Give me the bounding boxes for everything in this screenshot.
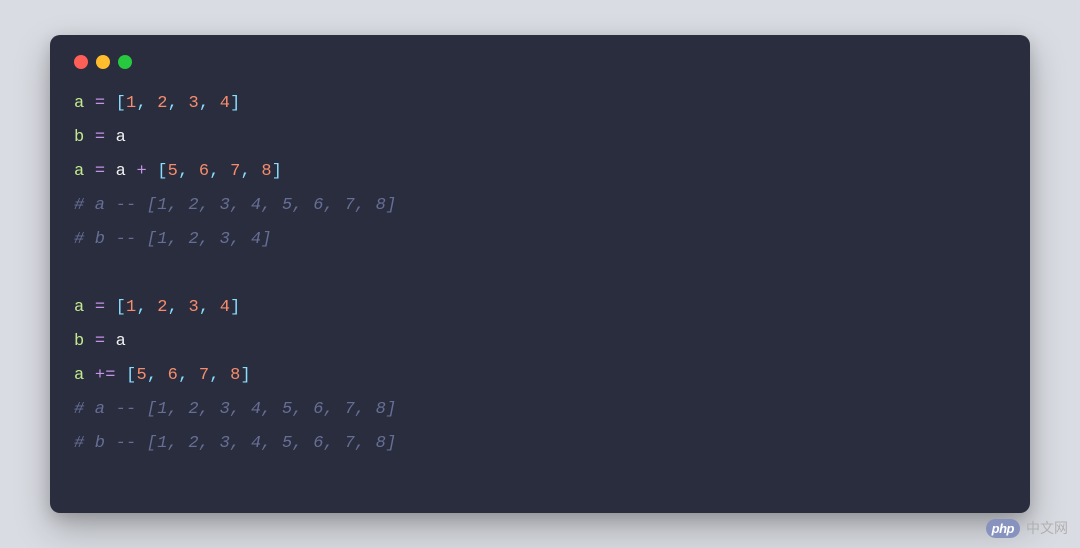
code-token — [84, 366, 94, 385]
code-window: a = [1, 2, 3, 4]b = aa = a + [5, 6, 7, 8… — [50, 35, 1030, 513]
code-token: ] — [230, 94, 240, 113]
code-token — [147, 162, 157, 181]
code-token: b — [74, 332, 84, 351]
code-token: , — [178, 162, 188, 181]
code-token — [188, 162, 198, 181]
code-token: 4 — [220, 94, 230, 113]
code-token: 7 — [230, 162, 240, 181]
code-token: , — [136, 298, 146, 317]
maximize-icon[interactable] — [118, 55, 132, 69]
code-token: , — [168, 298, 178, 317]
code-token — [209, 94, 219, 113]
window-controls — [74, 55, 1006, 69]
code-line: b = a — [74, 121, 1006, 155]
code-token: , — [136, 94, 146, 113]
code-token — [188, 366, 198, 385]
code-token — [209, 298, 219, 317]
code-token: 8 — [261, 162, 271, 181]
code-token: [ — [126, 366, 136, 385]
code-token: , — [209, 162, 219, 181]
code-token: = — [95, 298, 105, 317]
minimize-icon[interactable] — [96, 55, 110, 69]
code-area: a = [1, 2, 3, 4]b = aa = a + [5, 6, 7, 8… — [74, 87, 1006, 461]
code-token: a — [105, 332, 126, 351]
code-token: + — [136, 162, 146, 181]
code-token: , — [199, 298, 209, 317]
code-token: = — [95, 162, 105, 181]
code-token: # a -- [1, 2, 3, 4, 5, 6, 7, 8] — [74, 400, 396, 419]
code-token: [ — [157, 162, 167, 181]
code-token: += — [95, 366, 116, 385]
code-token — [84, 128, 94, 147]
code-token: 3 — [188, 94, 198, 113]
code-token — [84, 94, 94, 113]
code-line: a = [1, 2, 3, 4] — [74, 87, 1006, 121]
watermark-text: 中文网 — [1026, 518, 1068, 538]
code-token: a — [74, 162, 84, 181]
code-token: 6 — [168, 366, 178, 385]
code-token: = — [95, 94, 105, 113]
code-token: , — [209, 366, 219, 385]
code-line: a += [5, 6, 7, 8] — [74, 359, 1006, 393]
code-line: # a -- [1, 2, 3, 4, 5, 6, 7, 8] — [74, 393, 1006, 427]
code-token — [105, 94, 115, 113]
code-token: b — [74, 128, 84, 147]
code-line — [74, 257, 1006, 291]
code-token — [84, 162, 94, 181]
code-token: 8 — [230, 366, 240, 385]
code-token — [251, 162, 261, 181]
code-token: a — [74, 94, 84, 113]
code-token: , — [199, 94, 209, 113]
code-token — [116, 366, 126, 385]
code-token: ] — [241, 366, 251, 385]
code-token: ] — [272, 162, 282, 181]
code-token: a — [105, 162, 136, 181]
code-token — [178, 94, 188, 113]
code-token: 4 — [220, 298, 230, 317]
code-token: a — [74, 366, 84, 385]
code-token: = — [95, 332, 105, 351]
code-token: = — [95, 128, 105, 147]
code-line: # b -- [1, 2, 3, 4, 5, 6, 7, 8] — [74, 427, 1006, 461]
code-token: # a -- [1, 2, 3, 4, 5, 6, 7, 8] — [74, 196, 396, 215]
code-token: 5 — [168, 162, 178, 181]
code-line: a = a + [5, 6, 7, 8] — [74, 155, 1006, 189]
code-token: # b -- [1, 2, 3, 4, 5, 6, 7, 8] — [74, 434, 396, 453]
code-token: 3 — [188, 298, 198, 317]
code-token — [220, 162, 230, 181]
code-token: [ — [116, 298, 126, 317]
code-token — [105, 298, 115, 317]
code-token: , — [168, 94, 178, 113]
code-line: # a -- [1, 2, 3, 4, 5, 6, 7, 8] — [74, 189, 1006, 223]
code-token: 7 — [199, 366, 209, 385]
code-line: a = [1, 2, 3, 4] — [74, 291, 1006, 325]
code-token — [147, 298, 157, 317]
code-token: 2 — [157, 298, 167, 317]
code-token: a — [74, 298, 84, 317]
code-token: 5 — [136, 366, 146, 385]
code-token: [ — [116, 94, 126, 113]
code-token: 2 — [157, 94, 167, 113]
code-token — [220, 366, 230, 385]
watermark: php 中文网 — [986, 518, 1068, 538]
code-token — [178, 298, 188, 317]
close-icon[interactable] — [74, 55, 88, 69]
code-token: 6 — [199, 162, 209, 181]
code-token: # b -- [1, 2, 3, 4] — [74, 230, 272, 249]
code-token: , — [241, 162, 251, 181]
code-line: # b -- [1, 2, 3, 4] — [74, 223, 1006, 257]
code-token — [147, 94, 157, 113]
code-line: b = a — [74, 325, 1006, 359]
code-token: 1 — [126, 298, 136, 317]
code-token: a — [105, 128, 126, 147]
code-token — [84, 298, 94, 317]
code-token — [157, 366, 167, 385]
code-token: 1 — [126, 94, 136, 113]
code-token: , — [178, 366, 188, 385]
code-token — [84, 332, 94, 351]
php-badge-icon: php — [986, 519, 1020, 538]
code-token: ] — [230, 298, 240, 317]
code-token: , — [147, 366, 157, 385]
